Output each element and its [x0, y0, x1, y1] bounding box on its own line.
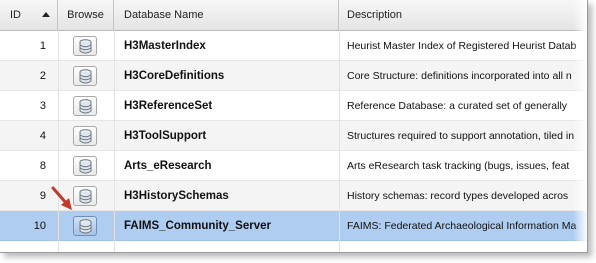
- table-row[interactable]: 2 H3CoreDefinitions Core Structure: defini…: [0, 61, 587, 91]
- database-description: Core Structure: definitions incorporated…: [347, 70, 572, 82]
- red-arrow-annotation: [51, 186, 72, 210]
- table-row[interactable]: 3 H3ReferenceSet Reference Database: a cur…: [0, 91, 587, 121]
- browse-button[interactable]: [73, 186, 97, 206]
- column-header-id-label: ID: [10, 9, 21, 21]
- row-id: 2: [39, 70, 46, 82]
- database-name: H3MasterIndex: [124, 40, 206, 52]
- column-header-browse[interactable]: Browse: [58, 0, 114, 30]
- database-description: Arts eResearch task tracking (bugs, issu…: [347, 160, 570, 172]
- row-id: 4: [39, 130, 46, 142]
- column-divider: [339, 30, 340, 252]
- table-row[interactable]: 8 Arts_eResearch Arts eResearch task track…: [0, 151, 587, 181]
- row-id: 10: [33, 220, 46, 232]
- browse-button[interactable]: [73, 156, 97, 176]
- database-name: Arts_eResearch: [124, 160, 212, 172]
- database-name: H3HistorySchemas: [124, 190, 229, 202]
- database-description: Structures required to support annotatio…: [347, 130, 575, 142]
- table-row[interactable]: 9 H3HistorySchemas History schemas: record…: [0, 181, 587, 211]
- row-id: 1: [39, 40, 46, 52]
- table-row[interactable]: 4 H3ToolSupport Structures required to sup…: [0, 121, 587, 151]
- column-header-id[interactable]: ID: [0, 0, 58, 30]
- row-id: 3: [39, 100, 46, 112]
- column-header-database-name[interactable]: Database Name: [114, 0, 339, 30]
- sort-ascending-icon[interactable]: [42, 12, 50, 17]
- database-name: H3ToolSupport: [124, 130, 207, 142]
- column-divider: [58, 30, 59, 252]
- database-description: Reference Database: a curated set of gen…: [347, 100, 568, 112]
- database-description: History schemas: record types developed …: [347, 190, 569, 202]
- browse-button[interactable]: [73, 96, 97, 116]
- row-id: 8: [39, 160, 46, 172]
- database-name: FAIMS_Community_Server: [124, 220, 271, 232]
- browse-button[interactable]: [73, 216, 97, 236]
- browse-button[interactable]: [73, 66, 97, 86]
- browse-button[interactable]: [73, 126, 97, 146]
- database-name: H3ReferenceSet: [124, 100, 213, 112]
- column-header-description[interactable]: Description: [339, 0, 587, 30]
- database-description: FAIMS: Federated Archaeological Informat…: [347, 220, 577, 232]
- table-row[interactable]: 10 FAIMS_Community_Server FAIMS: Federated…: [0, 211, 587, 241]
- table-header: ID Browse Database Name Description: [0, 0, 587, 31]
- row-id: 9: [39, 190, 46, 202]
- database-table: ID Browse Database Name Description 1 H3M…: [0, 0, 588, 253]
- table-row[interactable]: 1 H3MasterIndex Heurist Master Index of Re…: [0, 31, 587, 61]
- browse-button[interactable]: [73, 36, 97, 56]
- column-divider: [114, 30, 115, 252]
- database-description: Heurist Master Index of Registered Heuri…: [347, 40, 577, 52]
- database-name: H3CoreDefinitions: [124, 70, 225, 82]
